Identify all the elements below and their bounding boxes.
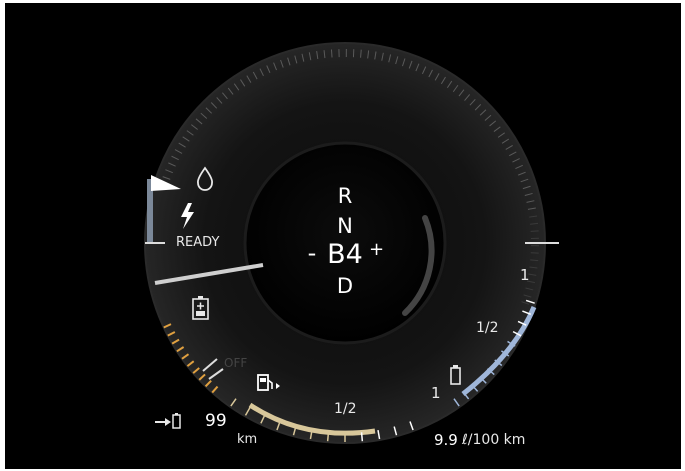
outer-tick: [330, 49, 333, 58]
outer-tick: [530, 230, 539, 232]
outer-tick: [360, 49, 362, 58]
fuel-half-label: 1/2: [334, 401, 357, 417]
battery-full-label: 1: [520, 266, 530, 284]
off-label: OFF: [224, 356, 248, 370]
range-unit: km: [237, 432, 258, 447]
gear-n-label: N: [337, 214, 353, 238]
gear-minus: -: [307, 239, 317, 267]
consumption-unit: ℓ/100 km: [462, 432, 526, 448]
fuel-tick: [360, 432, 364, 442]
fuel-tick: [326, 432, 330, 442]
gear-d-label: D: [336, 274, 354, 298]
gear-current: B4: [327, 239, 363, 270]
fuel-full-label: 1: [431, 384, 441, 402]
gear-r-label: R: [337, 184, 353, 208]
instrument-cluster: R N - B4 + D READY OFF 1/2 1 1/2 1 99 km…: [5, 3, 681, 469]
range-arrow-battery-icon: [155, 413, 181, 429]
gear-plus: +: [369, 239, 385, 260]
range-value: 99: [205, 411, 227, 431]
consumption-value: 9.9: [434, 431, 458, 449]
ready-label: READY: [176, 235, 220, 250]
battery-half-label: 1/2: [476, 320, 499, 336]
